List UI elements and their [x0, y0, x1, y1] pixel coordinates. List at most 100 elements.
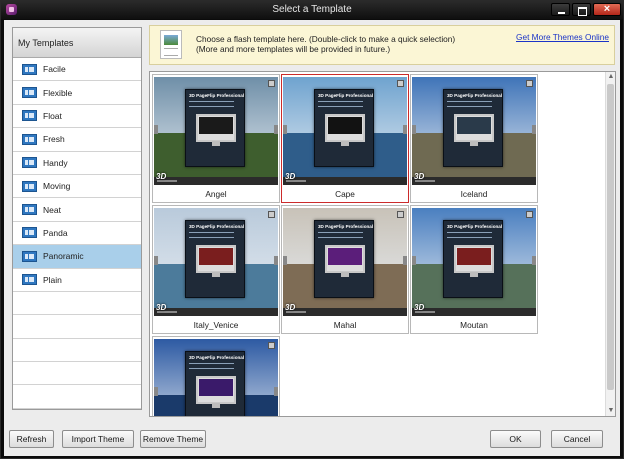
close-button[interactable]: × — [593, 3, 621, 16]
book-text-lines — [447, 101, 492, 107]
scroll-up-arrow-icon[interactable]: ▲ — [607, 72, 615, 82]
fullscreen-icon — [397, 211, 404, 218]
3d-badge: 3D — [414, 172, 425, 181]
list-empty-row — [13, 339, 141, 363]
prev-page-icon — [154, 387, 158, 396]
thumbnail-book: 3D PageFlip Professional — [443, 220, 503, 298]
template-name: Moutan — [460, 320, 488, 330]
monitor-screen — [199, 117, 233, 134]
monitor-icon — [325, 114, 365, 146]
thumbnail-book: 3D PageFlip Professional — [314, 89, 374, 167]
template-card[interactable]: 3D PageFlip Professional 3D Iceland — [410, 74, 538, 203]
monitor-icon — [196, 114, 236, 146]
get-more-themes-link[interactable]: Get More Themes Online — [516, 32, 609, 42]
template-item-moving[interactable]: Moving — [13, 175, 141, 199]
thumbnail-book: 3D PageFlip Professional — [185, 351, 245, 416]
book-text-lines — [447, 232, 492, 238]
import-theme-button[interactable]: Import Theme — [62, 430, 134, 448]
template-list-panel: My Templates Facile Flexible Float Fresh Han… — [12, 27, 142, 410]
template-grid-icon — [22, 110, 37, 122]
fullscreen-icon — [268, 211, 275, 218]
thumbnail-toolbar — [283, 177, 407, 185]
template-grid-icon — [22, 133, 37, 145]
window-title: Select a Template — [272, 4, 352, 15]
template-item-label: Neat — [43, 204, 61, 215]
template-item-label: Flexible — [43, 87, 73, 98]
fullscreen-icon — [397, 80, 404, 87]
template-grid-icon — [22, 274, 37, 286]
refresh-button[interactable]: Refresh — [9, 430, 54, 448]
list-empty-row — [13, 315, 141, 339]
template-card[interactable]: 3D PageFlip Professional 3D Mahal — [281, 205, 409, 334]
thumbnail-book: 3D PageFlip Professional — [185, 220, 245, 298]
template-grid-icon — [22, 63, 37, 75]
template-item-fresh[interactable]: Fresh — [13, 128, 141, 152]
template-item-label: Moving — [43, 181, 71, 192]
maximize-button[interactable] — [572, 3, 591, 16]
book-text-lines — [189, 232, 234, 238]
book-title: 3D PageFlip Professional — [189, 355, 245, 360]
template-card[interactable]: 3D PageFlip Professional 3D Moutan — [410, 205, 538, 334]
remove-theme-button[interactable]: Remove Theme — [140, 430, 206, 448]
title-bar: Select a Template × — [1, 1, 623, 19]
3d-badge: 3D — [285, 172, 296, 181]
template-item-panda[interactable]: Panda — [13, 222, 141, 246]
template-thumbnail: 3D PageFlip Professional 3D — [283, 77, 407, 185]
template-name: Mahal — [333, 320, 357, 330]
thumbnail-book: 3D PageFlip Professional — [443, 89, 503, 167]
template-thumbnail: 3D PageFlip Professional3D — [283, 208, 407, 316]
3d-badge: 3D — [285, 303, 296, 312]
template-card[interactable]: 3D PageFlip Professional 3D Angel — [152, 74, 280, 203]
monitor-screen — [199, 248, 233, 265]
template-item-label: Plain — [43, 274, 62, 285]
template-grid-icon — [22, 157, 37, 169]
my-templates-header: My Templates — [13, 28, 141, 58]
monitor-screen — [199, 379, 233, 396]
template-thumbnail: 3D PageFlip Professional 3D — [412, 77, 536, 185]
scrollbar-thumb[interactable] — [607, 84, 614, 390]
template-item-panoramic[interactable]: Panoramic — [13, 245, 141, 269]
template-name: Italy_Venice — [193, 320, 239, 330]
thumbnail-toolbar — [283, 308, 407, 316]
book-text-lines — [189, 101, 234, 107]
book-text-lines — [318, 101, 363, 107]
monitor-screen — [328, 117, 362, 134]
thumbnail-toolbar — [154, 177, 278, 185]
minimize-button[interactable] — [551, 3, 570, 16]
template-card[interactable]: 3D PageFlip Professional 3D Italy_Venice — [152, 205, 280, 334]
monitor-icon — [196, 376, 236, 408]
template-item-label: Float — [43, 110, 62, 121]
book-text-lines — [318, 232, 363, 238]
template-thumbnail: 3D PageFlip Professional3D — [154, 339, 278, 416]
monitor-icon — [454, 114, 494, 146]
template-card[interactable]: 3D PageFlip Professional3D — [152, 336, 280, 416]
prev-page-icon — [412, 256, 416, 265]
vertical-scrollbar[interactable]: ▲ ▼ — [605, 72, 615, 416]
ok-button[interactable]: OK — [490, 430, 541, 448]
template-card[interactable]: 3D PageFlip Professional 3D Cape — [281, 74, 409, 203]
cancel-button[interactable]: Cancel — [551, 430, 603, 448]
template-item-flexible[interactable]: Flexible — [13, 81, 141, 105]
book-title: 3D PageFlip Professional — [447, 224, 503, 229]
template-item-label: Facile — [43, 64, 66, 75]
template-item-facile[interactable]: Facile — [13, 58, 141, 82]
template-item-label: Fresh — [43, 134, 65, 145]
book-title: 3D PageFlip Professional — [189, 224, 245, 229]
monitor-screen — [457, 117, 491, 134]
template-item-neat[interactable]: Neat — [13, 198, 141, 222]
template-item-handy[interactable]: Handy — [13, 152, 141, 175]
monitor-screen — [328, 248, 362, 265]
template-item-float[interactable]: Float — [13, 105, 141, 129]
template-grid-icon — [22, 250, 37, 262]
template-item-plain[interactable]: Plain — [13, 269, 141, 292]
template-list: Facile Flexible Float Fresh Handy Moving Neat P… — [13, 58, 141, 292]
template-thumbnail: 3D PageFlip Professional3D — [412, 208, 536, 316]
monitor-icon — [196, 245, 236, 277]
scroll-down-arrow-icon[interactable]: ▼ — [607, 406, 615, 416]
next-page-icon — [274, 256, 278, 265]
template-thumbnail: 3D PageFlip Professional3D — [154, 208, 278, 316]
next-page-icon — [532, 256, 536, 265]
book-text-lines — [189, 363, 234, 369]
monitor-icon — [454, 245, 494, 277]
book-title: 3D PageFlip Professional — [318, 93, 374, 98]
